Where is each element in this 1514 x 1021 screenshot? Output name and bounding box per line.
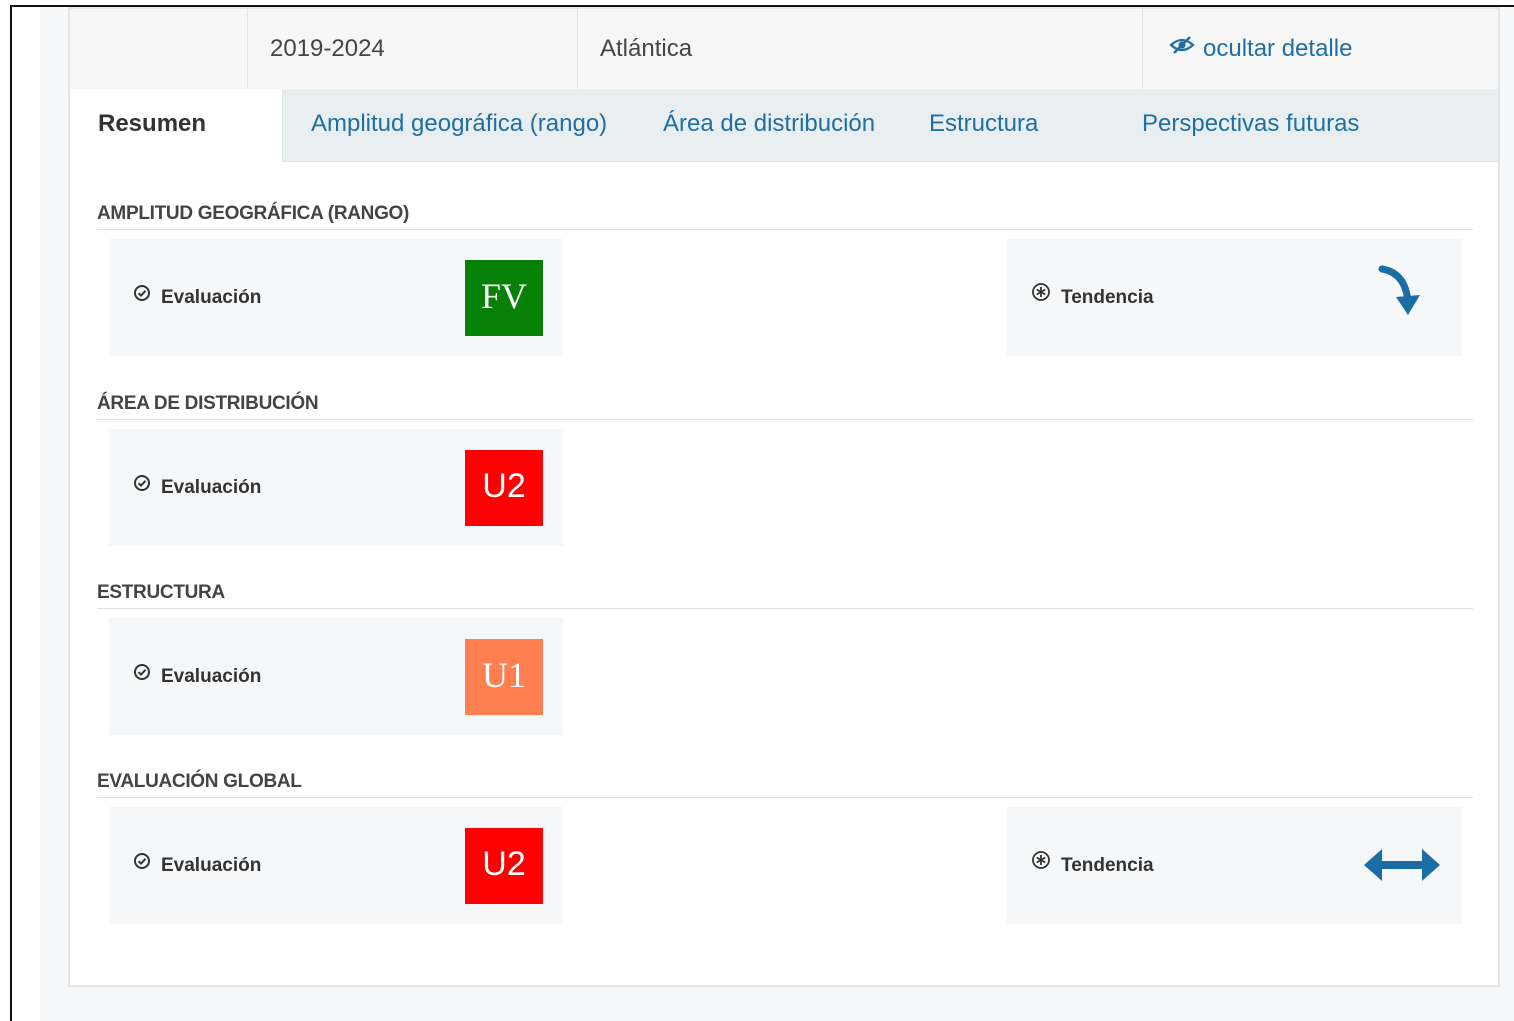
- section-title: ESTRUCTURA: [97, 578, 1473, 609]
- tab-resumen[interactable]: Resumen: [70, 89, 283, 162]
- evaluation-label-text: Evaluación: [161, 666, 262, 687]
- evaluation-panel: Evaluación FV: [109, 239, 563, 356]
- trend-label: Tendencia: [1031, 807, 1154, 924]
- tab-estructura[interactable]: Estructura: [929, 89, 1038, 161]
- check-circle-icon: [133, 238, 151, 355]
- evaluation-label: Evaluación: [133, 239, 261, 356]
- evaluation-label: Evaluación: [133, 618, 261, 735]
- eye-slash-icon: [1169, 8, 1195, 88]
- header-empty-cell: [70, 9, 248, 89]
- evaluation-label: Evaluación: [133, 807, 261, 924]
- trend-label-text: Tendencia: [1061, 287, 1154, 308]
- tab-area-distribucion[interactable]: Área de distribución: [663, 89, 875, 161]
- evaluation-panel: Evaluación U1: [109, 618, 563, 735]
- section-title: ÁREA DE DISTRIBUCIÓN: [97, 389, 1473, 420]
- check-circle-icon: [133, 428, 151, 545]
- assessment-card: 2019-2024 Atlántica ocultar detalle Resu…: [68, 7, 1500, 987]
- section-title: EVALUACIÓN GLOBAL: [97, 767, 1473, 798]
- status-badge: U2: [465, 450, 543, 526]
- tab-amplitud-geografica[interactable]: Amplitud geográfica (rango): [311, 89, 607, 161]
- period-cell: 2019-2024: [248, 9, 578, 89]
- evaluation-label: Evaluación: [133, 429, 261, 546]
- check-circle-icon: [133, 806, 151, 923]
- section-amplitud-geografica: AMPLITUD GEOGRÁFICA (RANGO) Evaluación F…: [97, 199, 1473, 356]
- status-badge: FV: [465, 260, 543, 336]
- toggle-detail-label: ocultar detalle: [1203, 35, 1353, 62]
- assessment-header-row: 2019-2024 Atlántica ocultar detalle: [70, 9, 1498, 90]
- status-badge: U2: [465, 828, 543, 904]
- status-badge: U1: [465, 639, 543, 715]
- evaluation-label-text: Evaluación: [161, 287, 262, 308]
- arrow-left-right-icon: [1362, 845, 1442, 890]
- evaluation-panel: Evaluación U2: [109, 807, 563, 924]
- arrow-curved-down-icon: [1376, 263, 1432, 326]
- section-evaluacion-global: EVALUACIÓN GLOBAL Evaluación U2 Tendenci…: [97, 767, 1473, 924]
- region-cell: Atlántica: [578, 9, 1143, 89]
- section-estructura: ESTRUCTURA Evaluación U1: [97, 578, 1473, 735]
- trend-panel: Tendencia: [1007, 239, 1462, 356]
- section-title: AMPLITUD GEOGRÁFICA (RANGO): [97, 199, 1473, 230]
- trend-label: Tendencia: [1031, 239, 1154, 356]
- trend-panel: Tendencia: [1007, 807, 1462, 924]
- section-area-distribucion: ÁREA DE DISTRIBUCIÓN Evaluación U2: [97, 389, 1473, 546]
- trend-label-text: Tendencia: [1061, 855, 1154, 876]
- left-gutter: [12, 7, 40, 1021]
- tab-perspectivas-futuras[interactable]: Perspectivas futuras: [1142, 89, 1359, 161]
- evaluation-label-text: Evaluación: [161, 477, 262, 498]
- toggle-detail-link[interactable]: ocultar detalle: [1143, 9, 1498, 89]
- asterisk-circle-icon: [1031, 238, 1051, 355]
- tab-bar: Resumen Amplitud geográfica (rango) Área…: [70, 89, 1498, 162]
- evaluation-label-text: Evaluación: [161, 855, 262, 876]
- evaluation-panel: Evaluación U2: [109, 429, 563, 546]
- check-circle-icon: [133, 617, 151, 734]
- asterisk-circle-icon: [1031, 806, 1051, 923]
